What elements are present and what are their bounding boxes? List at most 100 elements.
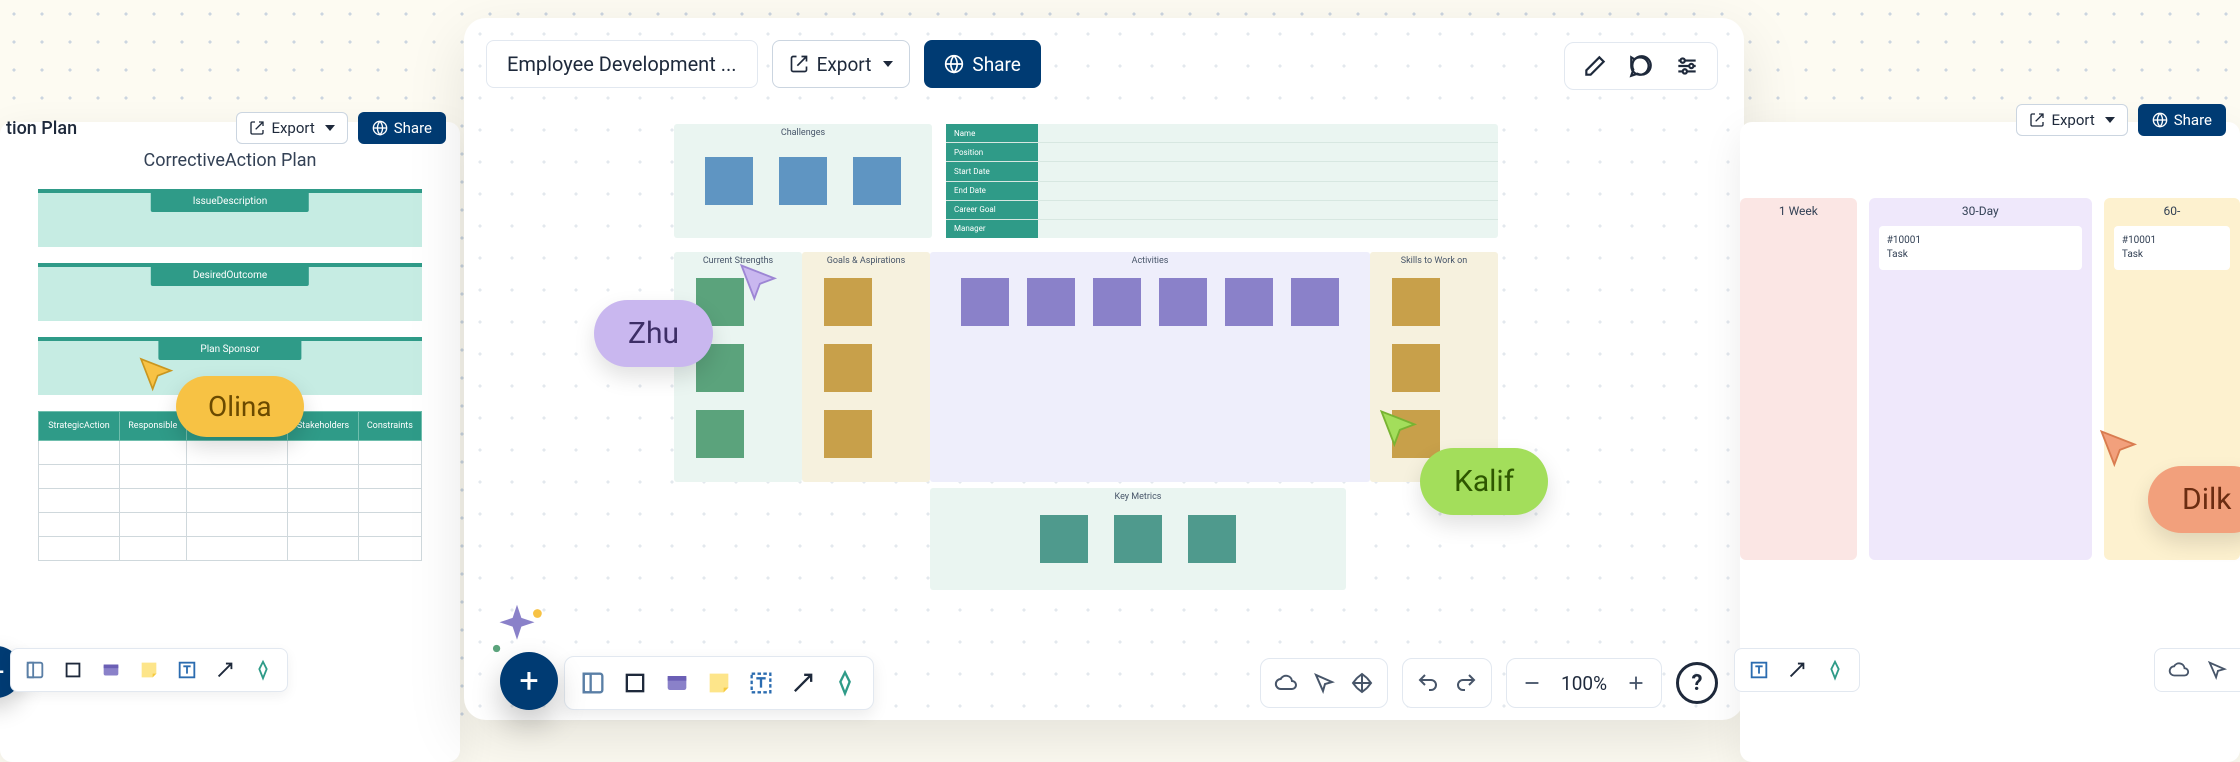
right-col-title: 60- [2164, 204, 2181, 218]
edp-tile[interactable] [1040, 515, 1088, 563]
kalif-cursor-icon [1376, 406, 1420, 450]
edp-tile[interactable] [1225, 278, 1273, 326]
cap-block[interactable]: DesiredOutcome [38, 263, 422, 321]
edp-tile[interactable] [1114, 515, 1162, 563]
olina-cursor-icon [136, 354, 176, 394]
left-export-label: Export [271, 119, 314, 137]
edp-tile[interactable] [1027, 278, 1075, 326]
text-icon[interactable] [173, 656, 201, 684]
card-icon[interactable] [97, 656, 125, 684]
edp-tile[interactable] [824, 344, 872, 392]
text-icon[interactable] [747, 669, 775, 697]
right-col-week1[interactable]: 1 Week [1740, 198, 1857, 560]
comment-icon[interactable] [1627, 52, 1655, 80]
kalif-badge: Kalif [1420, 448, 1548, 515]
cap-block[interactable]: IssueDescription [38, 189, 422, 247]
left-export-button[interactable]: Export [236, 112, 347, 144]
right-export-label: Export [2051, 111, 2094, 129]
right-task-card[interactable]: #10001 Task [1879, 226, 2082, 270]
right-toolbar-right [2154, 648, 2240, 692]
edp-tile[interactable] [779, 157, 827, 205]
shape-icon[interactable] [621, 669, 649, 697]
zhu-badge: Zhu [594, 300, 713, 367]
arrow-icon[interactable] [211, 656, 239, 684]
pen-icon[interactable] [831, 669, 859, 697]
doc-title[interactable]: Employee Development ... [486, 40, 758, 88]
dilk-badge: Dilk [2148, 466, 2240, 533]
task-label: Task [2122, 248, 2222, 262]
cap-label: DesiredOutcome [151, 265, 309, 286]
edp-challenges-title: Challenges [781, 128, 825, 138]
right-task-card[interactable]: #10001 Task [2114, 226, 2230, 270]
export-button[interactable]: Export [772, 40, 911, 88]
edp-tile[interactable] [961, 278, 1009, 326]
edit-icon[interactable] [1581, 52, 1609, 80]
left-share-button[interactable]: Share [358, 112, 446, 144]
pen-icon[interactable] [249, 656, 277, 684]
caret-down-icon [883, 61, 893, 67]
arrow-icon[interactable] [789, 669, 817, 697]
cloud-icon[interactable] [2165, 656, 2193, 684]
globe-icon [944, 54, 964, 74]
edp-info-label: Position [946, 143, 1038, 161]
sticky-icon[interactable] [705, 669, 733, 697]
move-icon[interactable] [1349, 670, 1375, 696]
edp-info-table[interactable]: Name Position Start Date End Date Career… [946, 124, 1498, 238]
left-share-label: Share [394, 119, 432, 137]
edp-info-label: Start Date [946, 162, 1038, 180]
edp-col-title: Activities [1132, 256, 1169, 266]
frame-icon[interactable] [579, 669, 607, 697]
zoom-out-icon[interactable] [1519, 670, 1545, 696]
globe-icon [2152, 112, 2168, 128]
edp-tile[interactable] [1392, 344, 1440, 392]
edp-tile[interactable] [824, 410, 872, 458]
share-button[interactable]: Share [924, 40, 1040, 88]
edp-tile[interactable] [824, 278, 872, 326]
pointer-icon[interactable] [1311, 670, 1337, 696]
share-label: Share [972, 53, 1020, 76]
edp-goals[interactable]: Goals & Aspirations [802, 252, 930, 482]
zoom-in-icon[interactable] [1623, 670, 1649, 696]
zoom-value[interactable]: 100% [1557, 672, 1611, 695]
edp-tile[interactable] [853, 157, 901, 205]
edp-tile[interactable] [1392, 278, 1440, 326]
edp-tile[interactable] [1159, 278, 1207, 326]
shape-icon[interactable] [59, 656, 87, 684]
edp-tile[interactable] [1188, 515, 1236, 563]
right-share-button[interactable]: Share [2138, 104, 2226, 136]
edp-col-title: Skills to Work on [1401, 256, 1468, 266]
redo-icon[interactable] [1453, 670, 1479, 696]
undo-icon[interactable] [1415, 670, 1441, 696]
cap-label: Plan Sponsor [158, 339, 301, 360]
undo-redo-group [1402, 658, 1492, 708]
edp-key-metrics[interactable]: Key Metrics [930, 488, 1346, 590]
right-export-button[interactable]: Export [2016, 104, 2127, 136]
edp-challenges[interactable]: Challenges [674, 124, 932, 238]
edp-col-title: Key Metrics [1115, 492, 1162, 502]
frame-icon[interactable] [21, 656, 49, 684]
edp-tile[interactable] [1291, 278, 1339, 326]
left-title-truncated: tion Plan [0, 118, 226, 139]
center-canvas-card: Employee Development ... Export Share Ch… [464, 18, 1744, 720]
edp-board[interactable]: Challenges Name Position Start Date End … [674, 124, 1498, 590]
settings-icon[interactable] [1673, 52, 1701, 80]
right-col-30day[interactable]: 30-Day #10001 Task [1869, 198, 2092, 560]
arrow-icon[interactable] [1783, 656, 1811, 684]
edp-tile[interactable] [1093, 278, 1141, 326]
edp-info-label: End Date [946, 182, 1038, 200]
pen-icon[interactable] [1821, 656, 1849, 684]
help-button[interactable]: ? [1676, 662, 1718, 704]
text-icon[interactable] [1745, 656, 1773, 684]
globe-icon [372, 120, 388, 136]
card-icon[interactable] [663, 669, 691, 697]
sticky-icon[interactable] [135, 656, 163, 684]
export-label: Export [817, 53, 872, 76]
edp-tile[interactable] [696, 410, 744, 458]
pointer-icon[interactable] [2203, 656, 2231, 684]
left-canvas-card: tion Plan Export Share CorrectiveAction … [0, 122, 460, 762]
edp-tile[interactable] [705, 157, 753, 205]
left-toolbar [10, 648, 288, 692]
edp-info-label: Manager [946, 220, 1038, 238]
cloud-icon[interactable] [1273, 670, 1299, 696]
edp-activities[interactable]: Activities [930, 252, 1370, 482]
